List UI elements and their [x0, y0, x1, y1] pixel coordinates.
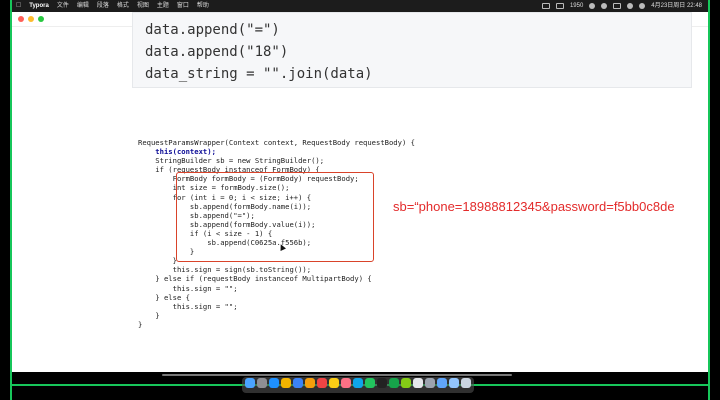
settings-icon[interactable]: [425, 378, 435, 388]
android-studio-icon[interactable]: [401, 378, 411, 388]
music-icon[interactable]: [341, 378, 351, 388]
terminal-icon[interactable]: [377, 378, 387, 388]
pycharm-icon[interactable]: [389, 378, 399, 388]
horizontal-scrollbar[interactable]: [162, 374, 512, 376]
screen-record-icon[interactable]: [541, 3, 550, 9]
code-line: StringBuilder sb = new StringBuilder();: [138, 156, 325, 166]
code-line: } else {: [138, 292, 190, 302]
menu-view[interactable]: 视图: [137, 0, 149, 12]
bluetooth-icon[interactable]: [601, 3, 608, 9]
code-line: data_string = "".join(data): [145, 66, 373, 82]
code-line: data.append("="): [145, 22, 280, 38]
app-menu[interactable]: Typora: [29, 0, 49, 12]
photos-icon[interactable]: [305, 378, 315, 388]
python-code-block[interactable]: data.append("=") data.append("18") data_…: [132, 12, 692, 88]
code-line: this.sign = "";: [138, 301, 238, 311]
launchpad-icon[interactable]: [257, 378, 267, 388]
safari-icon[interactable]: [269, 378, 279, 388]
clock[interactable]: 4月23日周日 22:48: [651, 0, 702, 12]
menu-theme[interactable]: 主题: [157, 0, 169, 12]
menu-edit[interactable]: 编辑: [77, 0, 89, 12]
wifi-icon[interactable]: [589, 3, 596, 9]
wechat-icon[interactable]: [365, 378, 375, 388]
highlight-box: [176, 172, 374, 262]
apple-menu-icon[interactable]: : [16, 0, 21, 12]
code-line: this.sign = sign(sb.toString());: [138, 265, 312, 275]
battery-icon[interactable]: [613, 3, 622, 9]
code-line: data.append("18"): [145, 44, 289, 60]
typora-icon[interactable]: [413, 378, 423, 388]
finder-icon[interactable]: [245, 378, 255, 388]
code-line: } else if (requestBody instanceof Multip…: [138, 274, 372, 284]
notes-icon[interactable]: [329, 378, 339, 388]
calendar-icon[interactable]: [317, 378, 327, 388]
code-line: this.sign = "";: [138, 283, 238, 293]
code-line: }: [138, 310, 160, 320]
code-line: }: [138, 319, 143, 329]
menu-file[interactable]: 文件: [57, 0, 69, 12]
menu-bar:  Typora 文件 编辑 段落 格式 视图 主题 窗口 帮助 1950 4月…: [12, 0, 708, 12]
appstore-icon[interactable]: [353, 378, 363, 388]
mail-icon[interactable]: [293, 378, 303, 388]
control-center-icon[interactable]: [639, 3, 646, 9]
downloads-icon[interactable]: [449, 378, 459, 388]
menu-format[interactable]: 格式: [117, 0, 129, 12]
chrome-icon[interactable]: [281, 378, 291, 388]
trash-icon[interactable]: [461, 378, 471, 388]
menu-window[interactable]: 窗口: [177, 0, 189, 12]
dock: [242, 377, 474, 393]
annotation-text: sb=“phone=18988812345&password=f5bb0c8de: [393, 199, 675, 214]
folder-icon[interactable]: [437, 378, 447, 388]
menu-paragraph[interactable]: 段落: [97, 0, 109, 12]
code-line: RequestParamsWrapper(Context context, Re…: [138, 138, 415, 147]
code-line: this(context);: [138, 147, 216, 157]
screen-frame:  Typora 文件 编辑 段落 格式 视图 主题 窗口 帮助 1950 4月…: [10, 0, 710, 400]
search-icon[interactable]: [627, 3, 634, 9]
status-icon[interactable]: [555, 3, 564, 9]
status-number: 1950: [569, 3, 584, 9]
menu-help[interactable]: 帮助: [197, 0, 209, 12]
